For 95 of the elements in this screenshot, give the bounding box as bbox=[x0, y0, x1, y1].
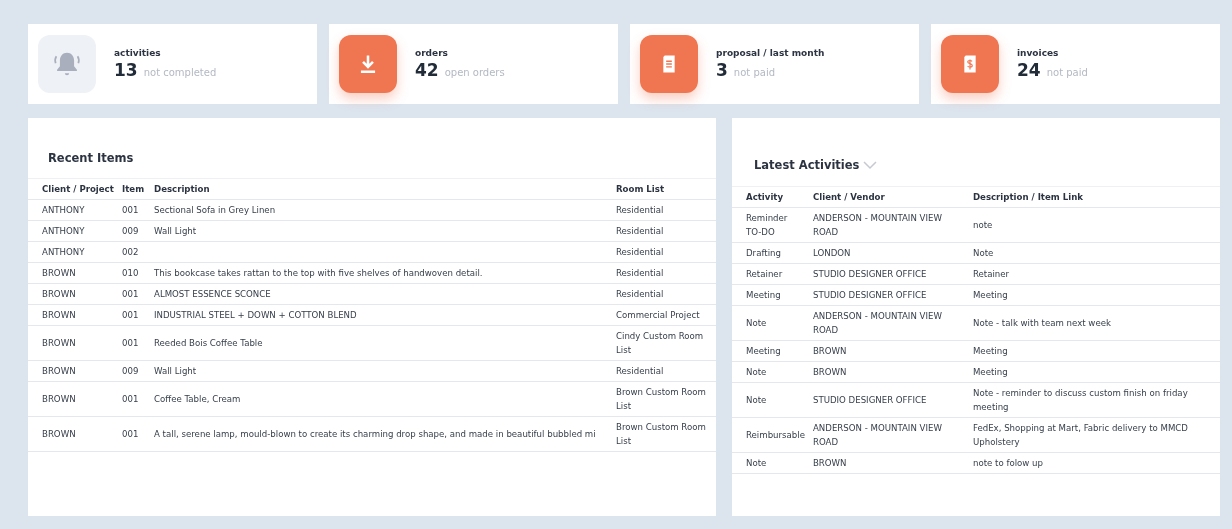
table-cell: ANTHONY bbox=[28, 199, 118, 221]
table-cell: Residential bbox=[612, 199, 716, 221]
stat-count: 3 bbox=[716, 60, 728, 80]
column-header: Room List bbox=[612, 178, 716, 200]
table-cell: LONDON bbox=[808, 242, 969, 264]
download-icon bbox=[339, 35, 397, 93]
table-cell: BROWN bbox=[808, 361, 969, 383]
table-cell: Brown Custom Room List bbox=[612, 381, 716, 417]
table-cell: ANDERSON - MOUNTAIN VIEW ROAD bbox=[808, 305, 969, 341]
panel-title: Latest Activities bbox=[754, 158, 860, 172]
table-cell: Drafting bbox=[732, 242, 809, 264]
bell-icon bbox=[38, 35, 96, 93]
table-cell: Note bbox=[732, 305, 809, 341]
table-cell: Cindy Custom Room List bbox=[612, 325, 716, 361]
table-cell: Residential bbox=[612, 241, 716, 263]
table-cell: STUDIO DESIGNER OFFICE bbox=[808, 382, 969, 418]
stat-label: activities bbox=[114, 48, 162, 58]
table-cell: Meeting bbox=[732, 340, 809, 362]
table-cell: Retainer bbox=[968, 263, 1220, 285]
table-cell: This bookcase takes rattan to the top with five shelves of handwoven detail. bbox=[150, 262, 612, 284]
column-header: Description bbox=[150, 178, 612, 200]
table-cell: 010 bbox=[118, 262, 150, 284]
table-cell: Note bbox=[968, 242, 1220, 264]
column-header: Client / Vendor bbox=[808, 186, 969, 208]
table-cell: 001 bbox=[118, 199, 150, 221]
stat-count: 24 bbox=[1017, 60, 1041, 80]
table-cell: FedEx, Shopping at Mart, Fabric delivery to MMCD Upholstery bbox=[968, 417, 1220, 453]
table-cell: STUDIO DESIGNER OFFICE bbox=[808, 284, 969, 306]
table-cell: Meeting bbox=[968, 340, 1220, 362]
table-cell: BROWN bbox=[28, 416, 118, 452]
table-cell: Meeting bbox=[732, 284, 809, 306]
table-cell: Note bbox=[732, 361, 809, 383]
table-cell: BROWN bbox=[808, 452, 969, 474]
table-cell: Note bbox=[732, 382, 809, 418]
table-cell: BROWN bbox=[28, 283, 118, 305]
table-cell: INDUSTRIAL STEEL + DOWN + COTTON BLEND bbox=[150, 304, 612, 326]
column-header: Description / Item Link bbox=[968, 186, 1220, 208]
table-cell: Reminder TO-DO bbox=[732, 207, 809, 243]
table-cell: BROWN bbox=[28, 325, 118, 361]
invoice-icon bbox=[941, 35, 999, 93]
column-header: Item bbox=[118, 178, 150, 200]
table-cell: ANDERSON - MOUNTAIN VIEW ROAD bbox=[808, 417, 969, 453]
table-cell: A tall, serene lamp, mould-blown to create its charming drop shape, and made in beautiful bubbled mi bbox=[150, 416, 612, 452]
table-cell: Brown Custom Room List bbox=[612, 416, 716, 452]
table-cell: Note - talk with team next week bbox=[968, 305, 1220, 341]
table-cell: Reeded Bois Coffee Table bbox=[150, 325, 612, 361]
table-cell: 001 bbox=[118, 283, 150, 305]
stat-count: 13 bbox=[114, 60, 138, 80]
column-header: Client / Project bbox=[28, 178, 118, 200]
table-cell: 002 bbox=[118, 241, 150, 263]
table-cell: Meeting bbox=[968, 284, 1220, 306]
table-cell: BROWN bbox=[808, 340, 969, 362]
table-cell: Sectional Sofa in Grey Linen bbox=[150, 199, 612, 221]
table-cell: BROWN bbox=[28, 262, 118, 284]
table-cell: Retainer bbox=[732, 263, 809, 285]
table-cell: 001 bbox=[118, 381, 150, 417]
stat-note: not paid bbox=[1046, 67, 1088, 78]
table-cell: Residential bbox=[612, 283, 716, 305]
table-cell: note to folow up bbox=[968, 452, 1220, 474]
stat-count: 42 bbox=[415, 60, 439, 80]
table-cell: BROWN bbox=[28, 360, 118, 382]
stat-label: proposal / last month bbox=[716, 48, 825, 58]
column-header: Activity bbox=[732, 186, 809, 208]
stat-note: open orders bbox=[444, 67, 505, 78]
table-cell: ANDERSON - MOUNTAIN VIEW ROAD bbox=[808, 207, 969, 243]
table-cell: 001 bbox=[118, 304, 150, 326]
table-cell: Note - reminder to discuss custom finish on friday meeting bbox=[968, 382, 1220, 418]
table-cell: Wall Light bbox=[150, 220, 612, 242]
document-icon bbox=[640, 35, 698, 93]
table-cell: STUDIO DESIGNER OFFICE bbox=[808, 263, 969, 285]
table-cell: 009 bbox=[118, 360, 150, 382]
table-cell: ANTHONY bbox=[28, 241, 118, 263]
table-cell: Commercial Project bbox=[612, 304, 716, 326]
stat-label: invoices bbox=[1017, 48, 1060, 58]
table-cell: ALMOST ESSENCE SCONCE bbox=[150, 283, 612, 305]
stat-note: not paid bbox=[733, 67, 775, 78]
table-cell: 001 bbox=[118, 416, 150, 452]
table-cell: Coffee Table, Cream bbox=[150, 381, 612, 417]
chevron-down-icon[interactable] bbox=[863, 160, 878, 170]
table-cell: Residential bbox=[612, 360, 716, 382]
table-cell: Residential bbox=[612, 220, 716, 242]
table-cell: Meeting bbox=[968, 361, 1220, 383]
table-cell: Wall Light bbox=[150, 360, 612, 382]
table-cell: Residential bbox=[612, 262, 716, 284]
table-cell: Reimbursable bbox=[732, 417, 809, 453]
table-cell: BROWN bbox=[28, 381, 118, 417]
stat-note: not completed bbox=[143, 67, 217, 78]
stat-label: orders bbox=[415, 48, 449, 58]
table-cell: BROWN bbox=[28, 304, 118, 326]
table-cell: Note bbox=[732, 452, 809, 474]
table-cell: 009 bbox=[118, 220, 150, 242]
table-cell: 001 bbox=[118, 325, 150, 361]
table-cell: ANTHONY bbox=[28, 220, 118, 242]
table-cell: note bbox=[968, 207, 1220, 243]
panel-title: Recent Items bbox=[48, 151, 134, 165]
